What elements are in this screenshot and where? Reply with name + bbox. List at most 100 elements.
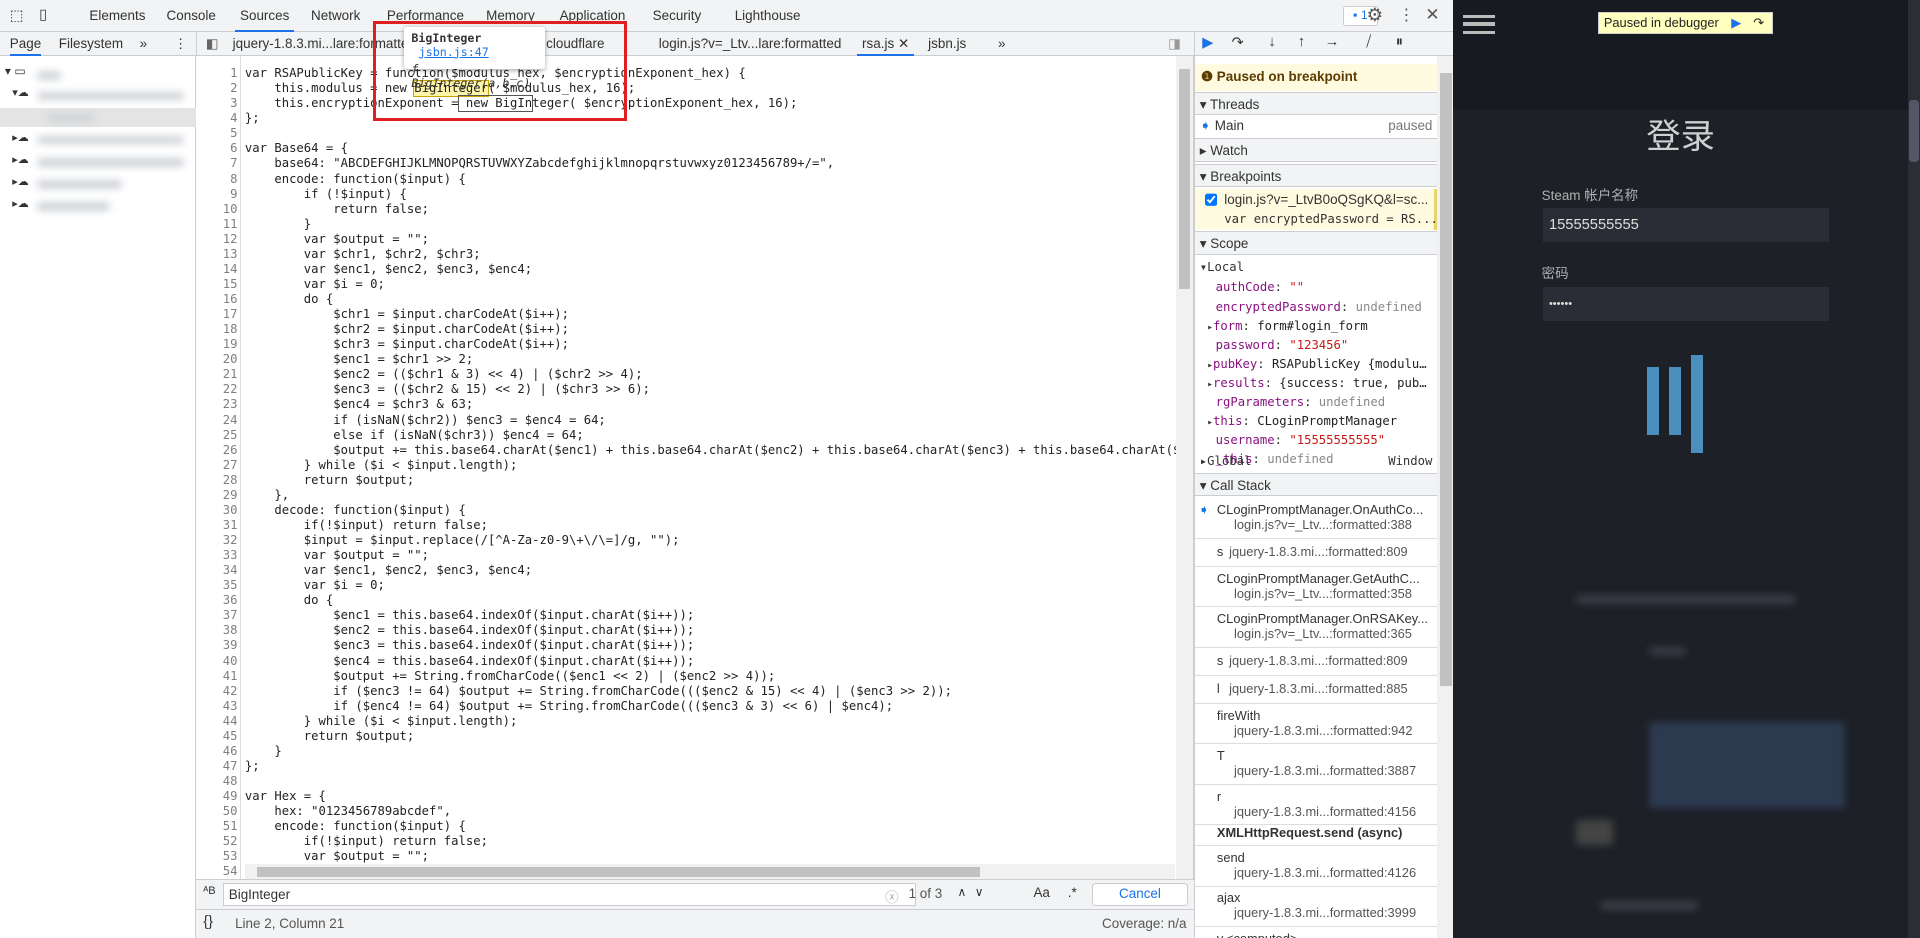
async-separator[interactable]: XMLHttpRequest.send (async) [1194, 825, 1438, 847]
code-line[interactable]: else if (isNaN($chr3)) $enc4 = 64; [245, 428, 583, 442]
line-number[interactable]: 10 [196, 202, 238, 216]
call-frame[interactable]: s jquery-1.8.3.mi...:formatted:809 [1194, 648, 1438, 676]
line-number[interactable]: 34 [196, 563, 238, 577]
thread-main[interactable]: ➧ Main paused [1200, 118, 1433, 134]
line-number[interactable]: 17 [196, 307, 238, 321]
call-frame[interactable]: ajax jquery-1.8.3.mi...formatted:3999 [1194, 887, 1438, 927]
code-line[interactable]: $enc2 = (($chr1 & 3) << 4) | ($chr2 >> 4… [245, 367, 642, 381]
code-line[interactable]: if (isNaN($chr2)) $enc3 = $enc4 = 64; [245, 413, 606, 427]
page-scrollbar[interactable] [1907, 0, 1920, 938]
nav-menu-icon[interactable]: ⋮ [174, 32, 187, 56]
line-number[interactable]: 22 [196, 382, 238, 396]
tab-lighthouse[interactable]: Lighthouse [730, 0, 806, 32]
scope-variable[interactable]: rgParameters: undefined [1207, 395, 1385, 409]
inspect-element-icon[interactable]: ⬚ [10, 7, 24, 24]
line-number[interactable]: 48 [196, 774, 238, 788]
call-frame[interactable]: l jquery-1.8.3.mi...:formatted:885 [1194, 676, 1438, 705]
tab-elements[interactable]: Elements [84, 0, 150, 32]
code-line[interactable]: $enc2 = this.base64.indexOf($input.charA… [245, 623, 694, 637]
match-case-button[interactable]: Aa [1033, 885, 1049, 900]
line-number[interactable]: 8 [196, 172, 237, 186]
scope-variable[interactable]: ▸results: {success: true, pub… [1207, 376, 1427, 390]
code-line[interactable]: var $enc1, $enc2, $enc3, $enc4; [245, 563, 532, 577]
password-input[interactable]: •••••• [1542, 286, 1830, 321]
code-line[interactable]: var $chr1, $chr2, $chr3; [245, 247, 481, 261]
replace-toggle-icon[interactable]: ᴬB [203, 885, 215, 897]
line-number[interactable]: 16 [196, 292, 238, 306]
code-line[interactable]: do { [245, 292, 333, 306]
code-line[interactable]: if(!$input) return false; [245, 834, 488, 848]
scroll-thumb[interactable] [1908, 100, 1919, 162]
call-frame[interactable]: CLoginPromptManager.OnRSAKey... login.js?… [1194, 607, 1438, 648]
line-number[interactable]: 30 [196, 503, 238, 517]
line-number[interactable]: 39 [196, 638, 238, 652]
resume-icon[interactable]: ▶ [1202, 34, 1213, 51]
section-call-stack[interactable]: ▾ Call Stack [1194, 472, 1438, 496]
line-number[interactable]: 51 [196, 819, 238, 833]
scope-global[interactable]: ▸Global Window [1200, 454, 1433, 468]
scope-local[interactable]: ▾Local [1200, 260, 1244, 274]
step-icon[interactable]: → [1325, 34, 1340, 50]
line-number[interactable]: 12 [196, 232, 238, 246]
line-number[interactable]: 1 [196, 66, 237, 80]
vertical-scrollbar[interactable] [1175, 56, 1193, 880]
device-toolbar-icon[interactable]: ▯ [39, 6, 47, 23]
folder-icon[interactable]: ▸☁ [12, 175, 29, 188]
code-line[interactable]: return false; [245, 202, 429, 216]
folder-icon[interactable]: ▸☁ [12, 197, 29, 210]
code-line[interactable]: $chr1 = $input.charCodeAt($i++); [245, 307, 569, 321]
scope-variable[interactable]: encryptedPassword: undefined [1207, 300, 1422, 314]
line-number[interactable]: 15 [196, 277, 238, 291]
line-number[interactable]: 24 [196, 413, 238, 427]
file-tab[interactable]: login.js?v=_Ltv...lare:formatted [659, 32, 842, 56]
line-number[interactable]: 3 [196, 96, 237, 110]
code-line[interactable]: $output += this.base64.charAt($enc1) + t… [245, 443, 1193, 457]
code-line[interactable]: $enc3 = (($chr2 & 15) << 2) | ($chr3 >> … [245, 382, 650, 396]
code-line[interactable]: decode: function($input) { [245, 503, 466, 517]
line-number[interactable]: 5 [196, 126, 237, 140]
nav-tab-page[interactable]: Page [9, 32, 42, 57]
line-number[interactable]: 33 [196, 548, 238, 562]
pretty-print-icon[interactable]: {} [203, 914, 213, 930]
code-line[interactable]: } [245, 744, 281, 758]
code-line[interactable]: if ($enc4 != 64) $output += String.fromC… [245, 699, 893, 713]
line-number[interactable]: 37 [196, 608, 238, 622]
step-into-icon[interactable]: ↓ [1268, 34, 1275, 50]
step-over-icon[interactable]: ↷ [1232, 34, 1244, 51]
scope-variable[interactable]: username: "15555555555" [1207, 433, 1385, 447]
folder-icon[interactable]: ▾☁ [12, 86, 29, 99]
line-number[interactable]: 31 [196, 518, 238, 532]
line-number[interactable]: 44 [196, 714, 238, 728]
line-number[interactable]: 50 [196, 804, 238, 818]
step-over-icon[interactable]: ↷ [1753, 13, 1764, 33]
section-breakpoints[interactable]: ▾ Breakpoints [1194, 164, 1438, 188]
code-line[interactable]: var $output = ""; [245, 548, 429, 562]
code-line[interactable]: var $output = ""; [245, 849, 429, 863]
close-icon[interactable]: ✕ [1425, 4, 1439, 25]
breakpoint-item[interactable]: login.js?v=_LtvB0oQSgKQ&l=sc... var encr… [1194, 188, 1438, 231]
scope-variable[interactable]: password: "123456" [1207, 338, 1349, 352]
code-line[interactable]: $enc3 = this.base64.indexOf($input.charA… [245, 638, 694, 652]
search-input[interactable]: BigInteger ⓧ [222, 882, 916, 906]
call-frame[interactable]: r jquery-1.8.3.mi...formatted:4156 [1194, 785, 1438, 826]
folder-icon[interactable]: ▸☁ [12, 153, 29, 166]
pause-on-exceptions-icon[interactable]: ⏸ [1396, 34, 1403, 50]
line-number[interactable]: 2 [196, 81, 237, 95]
code-line[interactable]: do { [245, 593, 333, 607]
file-tab-active[interactable]: rsa.js ✕ [857, 32, 915, 57]
line-number[interactable]: 20 [196, 352, 238, 366]
tab-network[interactable]: Network [306, 0, 365, 32]
hamburger-menu-icon[interactable] [1463, 14, 1496, 35]
code-line[interactable]: $enc1 = $chr1 >> 2; [245, 352, 473, 366]
toggle-debugger-icon[interactable]: ◨ [1168, 32, 1181, 56]
code-line[interactable]: }, [245, 488, 289, 502]
code-line[interactable]: if (!$input) { [245, 187, 407, 201]
line-number[interactable]: 4 [196, 111, 237, 125]
code-line[interactable]: var $i = 0; [245, 277, 385, 291]
code-line[interactable]: } while ($i < $input.length); [245, 714, 518, 728]
toggle-navigator-icon[interactable]: ◧ [206, 32, 219, 56]
scope-variable[interactable]: authCode: "" [1207, 280, 1304, 294]
line-number[interactable]: 32 [196, 533, 238, 547]
more-menu-icon[interactable]: ⋮ [1398, 5, 1414, 25]
regex-button[interactable]: .* [1068, 885, 1077, 900]
